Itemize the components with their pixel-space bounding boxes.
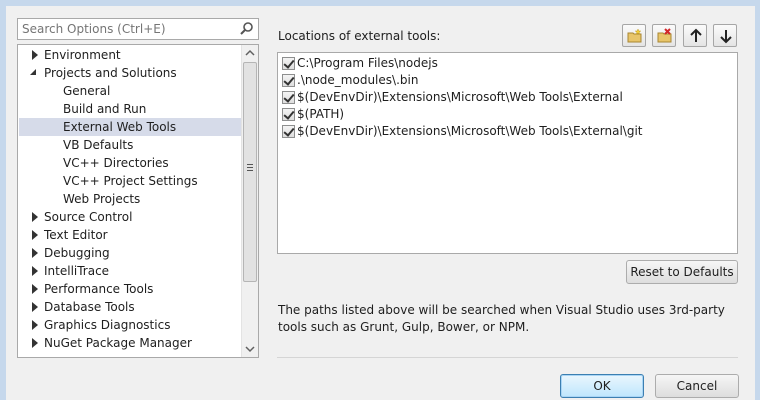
collapsed-arrow-icon[interactable] (32, 302, 38, 312)
path-checkbox[interactable] (282, 108, 295, 121)
path-text: $(DevEnvDir)\Extensions\Microsoft\Web To… (297, 90, 623, 104)
tree-item[interactable]: VB Defaults (19, 136, 242, 154)
path-text: $(PATH) (297, 107, 345, 121)
tree-item-label: General (63, 84, 111, 98)
collapsed-arrow-icon[interactable] (32, 338, 38, 348)
tree-item-label: Text Editor (44, 228, 108, 242)
cancel-button[interactable]: Cancel (655, 374, 739, 398)
path-checkbox[interactable] (282, 91, 295, 104)
tree-item-label: Performance Tools (44, 282, 154, 296)
tree-item[interactable]: NuGet Package Manager (19, 334, 242, 352)
reset-to-defaults-button[interactable]: Reset to Defaults (626, 260, 738, 284)
grip-icon (247, 164, 253, 171)
ok-button[interactable]: OK (560, 374, 644, 398)
tree-item-label: Graphics Diagnostics (44, 318, 171, 332)
path-text: $(DevEnvDir)\Extensions\Microsoft\Web To… (297, 124, 643, 138)
tree-item[interactable]: Graphics Diagnostics (19, 316, 242, 334)
tree-item-label: NuGet Package Manager (44, 336, 192, 350)
tree-item-label: Web Projects (63, 192, 141, 206)
tree-item[interactable]: External Web Tools (19, 118, 242, 136)
scroll-thumb[interactable] (243, 62, 257, 282)
path-text: .\node_modules\.bin (297, 73, 419, 87)
tree-item[interactable]: Projects and Solutions (19, 64, 242, 82)
collapsed-arrow-icon[interactable] (32, 266, 38, 276)
arrow-up-icon (690, 28, 702, 42)
delete-folder-icon (657, 28, 672, 43)
footer-divider (277, 357, 738, 358)
collapsed-arrow-icon[interactable] (32, 248, 38, 258)
locations-label: Locations of external tools: (278, 29, 441, 43)
collapsed-arrow-icon[interactable] (32, 50, 38, 60)
add-folder-icon (627, 28, 642, 43)
tree-scrollbar[interactable] (241, 45, 258, 357)
tree-item[interactable]: Source Control (19, 208, 242, 226)
path-checkbox[interactable] (282, 125, 295, 138)
tree-item[interactable]: Performance Tools (19, 280, 242, 298)
search-input[interactable] (18, 19, 233, 39)
window-frame-left (0, 0, 6, 400)
tree-item-label: Database Tools (44, 300, 135, 314)
delete-folder-button[interactable] (652, 24, 676, 47)
tree-item[interactable]: IntelliTrace (19, 262, 242, 280)
expanded-arrow-icon[interactable] (30, 69, 37, 76)
path-text: C:\Program Files\nodejs (297, 56, 438, 70)
tree-item-label: Projects and Solutions (44, 66, 177, 80)
scroll-up-button[interactable] (242, 45, 258, 61)
tree-item-label: VB Defaults (63, 138, 134, 152)
tree-item[interactable]: Build and Run (19, 100, 242, 118)
options-tree[interactable]: Environment Projects and Solutions General… (17, 44, 259, 358)
move-up-button[interactable] (683, 24, 707, 47)
collapsed-arrow-icon[interactable] (32, 320, 38, 330)
tree-item-label: IntelliTrace (44, 264, 110, 278)
tree-item-label: Debugging (44, 246, 110, 260)
search-icon[interactable] (239, 21, 255, 37)
tree-item-label: Environment (44, 48, 121, 62)
tree-item-label: VC++ Project Settings (63, 174, 198, 188)
add-folder-button[interactable] (622, 24, 646, 47)
tree-item-label: External Web Tools (63, 120, 177, 134)
tree-item[interactable]: Database Tools (19, 298, 242, 316)
collapsed-arrow-icon[interactable] (32, 230, 38, 240)
tree-item-label: Source Control (44, 210, 133, 224)
window-frame-top (0, 0, 760, 6)
tree-item[interactable]: Environment (19, 46, 242, 64)
tree-item[interactable]: VC++ Project Settings (19, 172, 242, 190)
window-frame-right (755, 0, 760, 400)
search-box[interactable] (17, 18, 259, 40)
scroll-down-button[interactable] (242, 341, 258, 357)
move-down-button[interactable] (713, 24, 737, 47)
tree-item[interactable]: Debugging (19, 244, 242, 262)
collapsed-arrow-icon[interactable] (32, 212, 38, 222)
arrow-down-icon (720, 30, 732, 44)
collapsed-arrow-icon[interactable] (32, 284, 38, 294)
external-tools-list[interactable]: C:\Program Files\nodejs .\node_modules\.b… (277, 52, 738, 254)
path-checkbox[interactable] (282, 57, 295, 70)
tree-item[interactable]: VC++ Directories (19, 154, 242, 172)
path-checkbox[interactable] (282, 74, 295, 87)
tree-item[interactable]: General (19, 82, 242, 100)
tree-item-label: Build and Run (63, 102, 147, 116)
paths-description: The paths listed above will be searched … (278, 303, 725, 334)
tree-item-label: VC++ Directories (63, 156, 169, 170)
tree-item[interactable]: Text Editor (19, 226, 242, 244)
tree-item[interactable]: Web Projects (19, 190, 242, 208)
